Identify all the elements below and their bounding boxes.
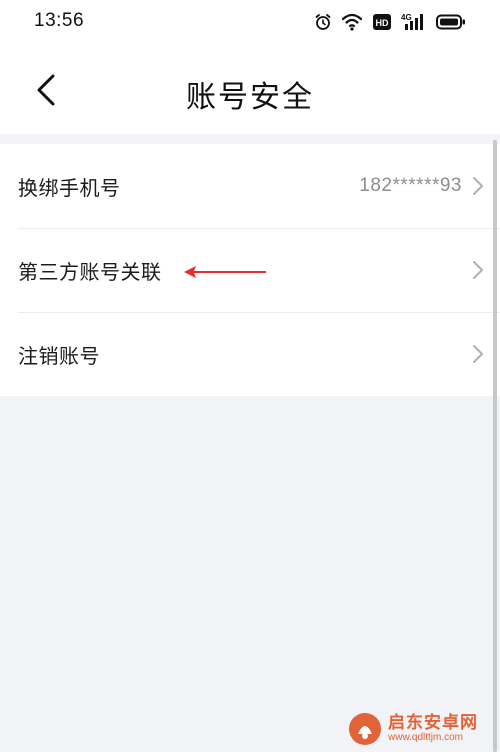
watermark-name: 启东安卓网 — [388, 712, 478, 733]
status-icons: HD 4G — [314, 11, 466, 33]
watermark-text: 启东安卓网 www.qdlttjm.com — [388, 712, 478, 743]
chevron-right-icon — [473, 261, 483, 279]
status-time: 13:56 — [34, 10, 85, 31]
third-party-account-label: 第三方账号关联 — [18, 259, 162, 284]
watermark-logo-icon — [349, 713, 381, 745]
hd-icon: HD — [373, 14, 391, 30]
nav-bar: 账号安全 — [0, 44, 500, 134]
network-type-label: 4G — [401, 13, 412, 22]
wifi-icon — [341, 13, 363, 31]
watermark-url: www.qdlttjm.com — [388, 731, 464, 743]
hd-label: HD — [376, 18, 389, 28]
scrollbar[interactable] — [493, 140, 497, 752]
page-title: 账号安全 — [186, 80, 314, 115]
battery-icon — [436, 14, 465, 30]
delete-account-row[interactable]: 注销账号 — [0, 312, 500, 396]
rebind-phone-row[interactable]: 换绑手机号 182******93 — [0, 144, 500, 228]
cellular-signal-icon: 4G — [401, 13, 423, 30]
watermark: 启东安卓网 www.qdlttjm.com — [348, 710, 494, 748]
section-gap — [0, 134, 500, 144]
rebind-phone-label: 换绑手机号 — [18, 175, 121, 200]
chevron-right-icon — [473, 177, 483, 195]
alarm-icon — [315, 14, 331, 30]
status-bar: 13:56 HD 4G — [0, 0, 500, 44]
chevron-right-icon — [473, 345, 483, 363]
delete-account-label: 注销账号 — [18, 343, 100, 368]
annotation-arrow-icon — [184, 266, 266, 278]
phone-number-value: 182******93 — [359, 175, 462, 196]
